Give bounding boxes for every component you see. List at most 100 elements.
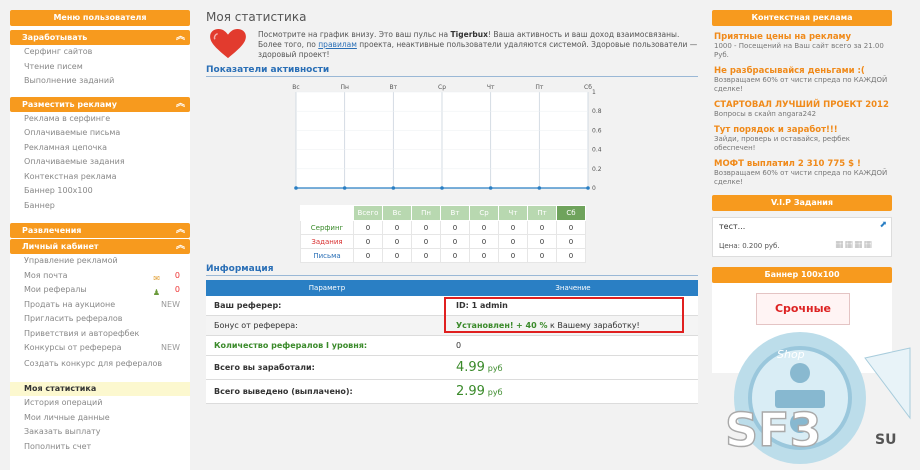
chart-y-tick-label: 0.8 [592,108,602,115]
menu-item-reading-letters[interactable]: Чтение писем [10,60,190,75]
banner-header: Баннер 100x100 [712,267,892,283]
menu-item-ref-contests[interactable]: Конкурсы от реферера NEW [10,341,190,356]
menu-item-auction[interactable]: Продать на аукционе NEW [10,298,190,313]
table-cell: 0 [382,220,412,235]
section-cabinet[interactable]: Личный кабинет ︽ [10,239,190,254]
chevron-up-icon: ︽ [175,32,185,42]
chart-x-tick-label: Пт [535,84,544,91]
table-cell: 0 [469,220,499,235]
menu-item-payout[interactable]: Заказать выплату [10,425,190,440]
menu-item-ad-manage[interactable]: Управление рекламой [10,254,190,269]
ad-item[interactable]: МОФТ выплатил 2 310 775 $ ! Возвращаем 6… [712,159,892,187]
col-day: Пн [411,205,441,221]
col-total: Всего [353,205,383,221]
chart-y-tick-label: 0 [592,185,596,192]
menu-item-history[interactable]: История операций [10,396,190,411]
page-title: Моя статистика [206,10,307,24]
watermark-ring-text: Shop [777,348,805,361]
ref-count-label: Количество рефералов I уровня: [206,335,448,356]
menu-item-mail[interactable]: Моя почта ✉ 0 [10,269,190,284]
chart-point [342,186,347,190]
table-row: Серфинг 0 0 0 0 0 0 0 0 [300,220,586,235]
table-cell: 0 [527,234,557,249]
activity-section-title: Показатели активности [206,65,698,77]
chart-y-tick-label: 0.2 [592,166,602,173]
vip-task-price: Цена: 0.200 руб. [719,242,780,250]
brand-name: Tigerbux [450,30,488,39]
menu-item-my-stats[interactable]: Моя статистика [10,381,190,396]
ad-item[interactable]: Не разбрасывайся деньгами :( Возвращаем … [712,66,892,94]
table-cell: 0 [527,220,557,235]
chart-x-tick-label: Ср [438,84,446,91]
menu-item-paid-letters[interactable]: Оплачиваемые письма [10,126,190,141]
vip-task[interactable]: тест... ⬈ Цена: 0.200 руб. ▦▦▦▦ [712,217,892,257]
table-cell: 0 [440,248,470,263]
table-row: Всего выведено (выплачено): 2.99 руб [206,379,698,404]
menu-item-create-contest[interactable]: Создать конкурс для рефералов [10,356,190,382]
rules-link[interactable]: правилам [318,40,357,49]
menu-item-greetings[interactable]: Приветствия и авторефбек [10,327,190,342]
chart-point [294,186,298,190]
earned-value: 4.99 руб [448,355,698,380]
left-menu: Меню пользователя Заработывать ︽ Серфинг … [10,10,190,470]
table-cell: 0 [556,220,586,235]
chart-x-tick-label: Пн [340,84,349,91]
menu-item-banner[interactable]: Баннер [10,199,190,214]
referrals-count-badge: 0 [174,285,180,294]
table-cell: 0 [411,220,441,235]
table-cell: 0 [440,220,470,235]
info-section-title: Информация [206,264,698,276]
menu-item-surf-ad[interactable]: Реклама в серфинге [10,112,190,127]
ad-item[interactable]: СТАРТОВАЛ ЛУЧШИЙ ПРОЕКТ 2012 Вопросы в с… [712,100,892,119]
table-cell: 0 [498,220,528,235]
menu-item-referrals[interactable]: Мои рефералы ♟ 0 [10,283,190,298]
section-earn[interactable]: Заработывать ︽ [10,30,190,45]
menu-item-paid-tasks[interactable]: Оплачиваемые задания [10,155,190,170]
table-cell: 0 [440,234,470,249]
chart-point [440,186,444,190]
chart-y-tick-label: 0.6 [592,127,602,134]
new-badge: NEW [161,299,180,309]
new-badge: NEW [161,343,180,352]
table-row: Задания 0 0 0 0 0 0 0 0 [300,234,586,249]
menu-item-invite[interactable]: Пригласить рефералов [10,312,190,327]
table-cell: 0 [469,248,499,263]
chart-point [537,186,542,190]
menu-item-surfing[interactable]: Серфинг сайтов [10,45,190,60]
stats-table: Всего Вс Пн Вт Ср Чт Пт Сб Серфинг 0 0 0… [300,205,586,263]
ad-item[interactable]: Приятные цены на рекламу 1000 - Посещени… [712,32,892,60]
earned-label: Всего вы заработали: [206,355,448,380]
user-menu-header: Меню пользователя [10,10,190,26]
menu-item-ad-chain[interactable]: Рекламная цепочка [10,141,190,156]
menu-item-topup[interactable]: Пополнить счет [10,440,190,455]
mail-count-badge: 0 [174,270,180,280]
menu-item-context-ad[interactable]: Контекстная реклама [10,170,190,185]
row-label-letters: Письма [300,248,354,263]
table-cell: 0 [353,220,383,235]
row-label-tasks: Задания [300,234,354,249]
col-day: Ср [469,205,499,221]
ad-item[interactable]: Тут порядок и заработ!!! Зайди, проверь … [712,125,892,153]
chart-x-tick-label: Чт [487,84,495,91]
heart-icon [210,28,246,59]
section-advertise[interactable]: Разместить рекламу ︽ [10,96,190,112]
menu-item-banner-100[interactable]: Баннер 100x100 [10,184,190,199]
bonus-label: Бонус от реферера: [206,315,448,336]
row-label-surfing: Серфинг [300,220,354,235]
chevron-up-icon: ︽ [175,241,185,251]
chart-point [586,186,590,190]
intro-text: Посмотрите на график внизу. Это ваш пуль… [258,30,698,59]
menu-item-personal-data[interactable]: Мои личные данные [10,411,190,426]
watermark-brand: SF3 [725,403,822,457]
table-cell: 0 [556,248,586,263]
section-entertainment[interactable]: Развлечения ︽ [10,223,190,238]
rating-icon: ▦▦▦▦ [834,240,873,250]
menu-item-tasks[interactable]: Выполнение заданий [10,74,190,89]
referrer-label: Ваш реферер: [206,296,448,316]
pin-icon: ⬈ [879,220,887,230]
vip-header: V.I.P Задания [712,195,892,211]
table-row: Письма 0 0 0 0 0 0 0 0 [300,248,586,263]
main-content: Моя статистика Посмотрите на график вниз… [200,0,705,470]
table-cell: 0 [353,248,383,263]
col-day: Чт [498,205,528,221]
